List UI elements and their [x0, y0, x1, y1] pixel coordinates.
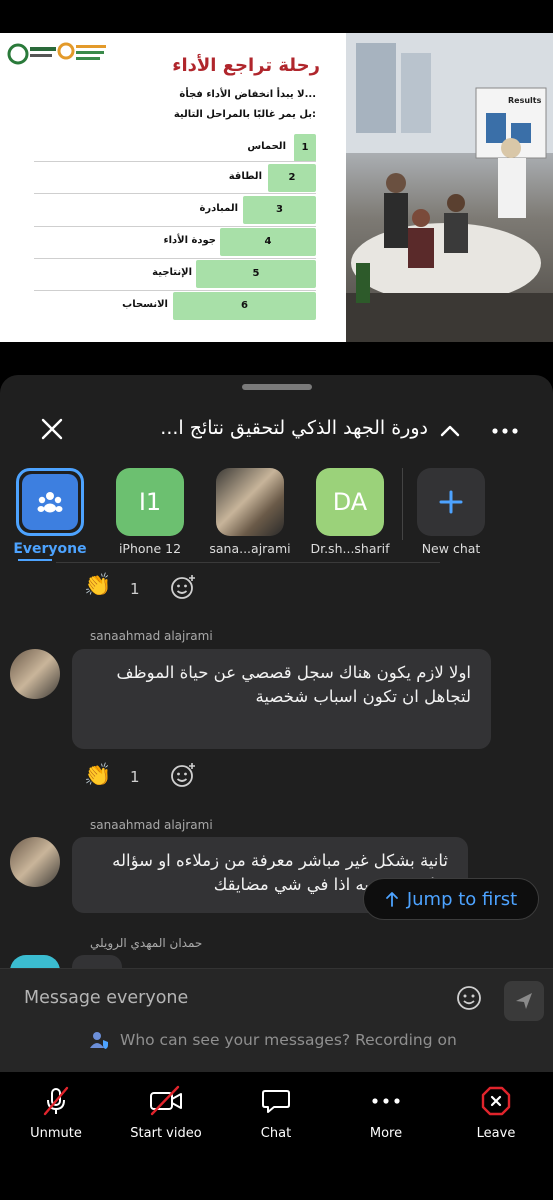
step-bar-2: 2: [268, 164, 316, 192]
message-bubble[interactable]: اولا لازم يكون هناك سجل قصصي عن حياة الم…: [72, 649, 491, 749]
participant-label-everyone: Everyone: [13, 541, 87, 557]
group-icon: [22, 474, 78, 530]
more-label: More: [369, 1126, 403, 1141]
step-bar-4: 4: [220, 228, 316, 256]
step-bar-1: 1: [294, 134, 316, 162]
privacy-notice[interactable]: Who can see your messages? Recording on: [88, 1029, 457, 1051]
step-bar-5: 5: [196, 260, 316, 288]
slide-office-photo: Results: [346, 33, 553, 342]
arrow-up-icon: [385, 892, 398, 907]
divider: [34, 258, 316, 259]
message-sender: حمدان المهدي الرويلي: [90, 936, 203, 950]
participant-label-sana: sana...ajrami: [209, 541, 291, 556]
send-icon: [516, 993, 532, 1009]
drag-handle[interactable]: [242, 384, 312, 390]
participant-everyone[interactable]: [16, 468, 84, 536]
step-bar-6: 6: [173, 292, 316, 320]
chat-icon: [221, 1084, 331, 1118]
privacy-notice-label: Who can see your messages? Recording on: [120, 1031, 457, 1049]
message-sender: sanaahmad alajrami: [90, 629, 213, 643]
muted-mic-icon: [1, 1084, 111, 1118]
shared-slide: رحلة تراجع الأداء لا يبدأ انخفاض الأداء …: [0, 33, 553, 342]
emoji-icon[interactable]: [455, 984, 483, 1012]
unmute-button[interactable]: Unmute: [1, 1084, 111, 1141]
message-sender: sanaahmad alajrami: [90, 818, 213, 832]
reaction-count: 1: [130, 768, 140, 786]
participant-iphone[interactable]: I1: [116, 468, 184, 536]
step-label-1: الحماس: [247, 141, 286, 152]
leave-button[interactable]: Leave: [441, 1084, 551, 1141]
video-off-icon: [111, 1084, 221, 1118]
send-button[interactable]: [504, 981, 544, 1021]
more-button[interactable]: More: [331, 1084, 441, 1141]
chat-button[interactable]: Chat: [221, 1084, 331, 1141]
plus-icon: [439, 490, 463, 514]
clap-reaction-icon[interactable]: 👏: [84, 763, 111, 788]
chat-panel: دورة الجهد الذكي لتحقيق نتائج ا... Every…: [0, 375, 553, 1200]
photo-board-text: Results: [508, 96, 542, 105]
start-video-button[interactable]: Start video: [111, 1084, 221, 1141]
chat-label: Chat: [260, 1126, 292, 1141]
leave-icon: [441, 1084, 551, 1118]
more-options-icon[interactable]: [490, 419, 520, 443]
divider: [34, 193, 316, 194]
close-icon[interactable]: [38, 415, 66, 443]
selected-indicator: [18, 559, 52, 561]
jump-to-first-button[interactable]: Jump to first: [363, 878, 539, 920]
slide-content: رحلة تراجع الأداء لا يبدأ انخفاض الأداء …: [0, 33, 346, 342]
slide-line-1: لا يبدأ انخفاض الأداء فجأة...: [179, 89, 316, 100]
step-label-6: الانسحاب: [122, 299, 168, 310]
step-label-2: الطاقة: [228, 171, 262, 182]
more-icon: [331, 1084, 441, 1118]
add-reaction-icon[interactable]: [169, 573, 197, 601]
step-label-4: جودة الأداء: [163, 235, 216, 246]
meeting-title: دورة الجهد الذكي لتحقيق نتائج ا...: [160, 417, 428, 439]
add-reaction-icon[interactable]: [169, 761, 197, 789]
divider: [34, 290, 316, 291]
participant-label-dr-sharif: Dr.sh...sharif: [310, 541, 390, 556]
sender-avatar[interactable]: [10, 837, 60, 887]
slide-logo: [6, 39, 110, 69]
slide-line-2: بل يمر غالبًا بالمراحل التالية:: [173, 109, 316, 120]
chevron-up-icon[interactable]: [438, 419, 462, 443]
divider: [56, 562, 440, 563]
participant-sana-avatar[interactable]: [216, 468, 284, 536]
divider: [402, 468, 403, 540]
meeting-toolbar: Unmute Start video Chat More Leave: [0, 1072, 553, 1200]
divider: [34, 161, 316, 162]
divider: [34, 226, 316, 227]
message-composer: Message everyone Who can see your messag…: [0, 968, 553, 1072]
privacy-icon: [90, 1032, 108, 1049]
message-input[interactable]: Message everyone: [24, 988, 188, 1008]
step-bar-3: 3: [243, 196, 316, 224]
jump-to-first-label: Jump to first: [406, 888, 518, 910]
participant-label-new-chat: New chat: [421, 541, 481, 556]
step-label-3: المبادرة: [199, 203, 238, 214]
participant-dr-sharif[interactable]: DA: [316, 468, 384, 536]
participant-label-iphone: iPhone 12: [118, 541, 182, 556]
start-video-label: Start video: [130, 1126, 202, 1141]
reaction-count: 1: [130, 580, 140, 598]
leave-label: Leave: [476, 1126, 516, 1141]
step-label-5: الإنتاجية: [152, 267, 192, 278]
slide-title: رحلة تراجع الأداء: [172, 55, 320, 76]
clap-reaction-icon[interactable]: 👏: [84, 573, 111, 598]
sender-avatar[interactable]: [10, 649, 60, 699]
new-chat-button[interactable]: [417, 468, 485, 536]
unmute-label: Unmute: [30, 1126, 82, 1141]
